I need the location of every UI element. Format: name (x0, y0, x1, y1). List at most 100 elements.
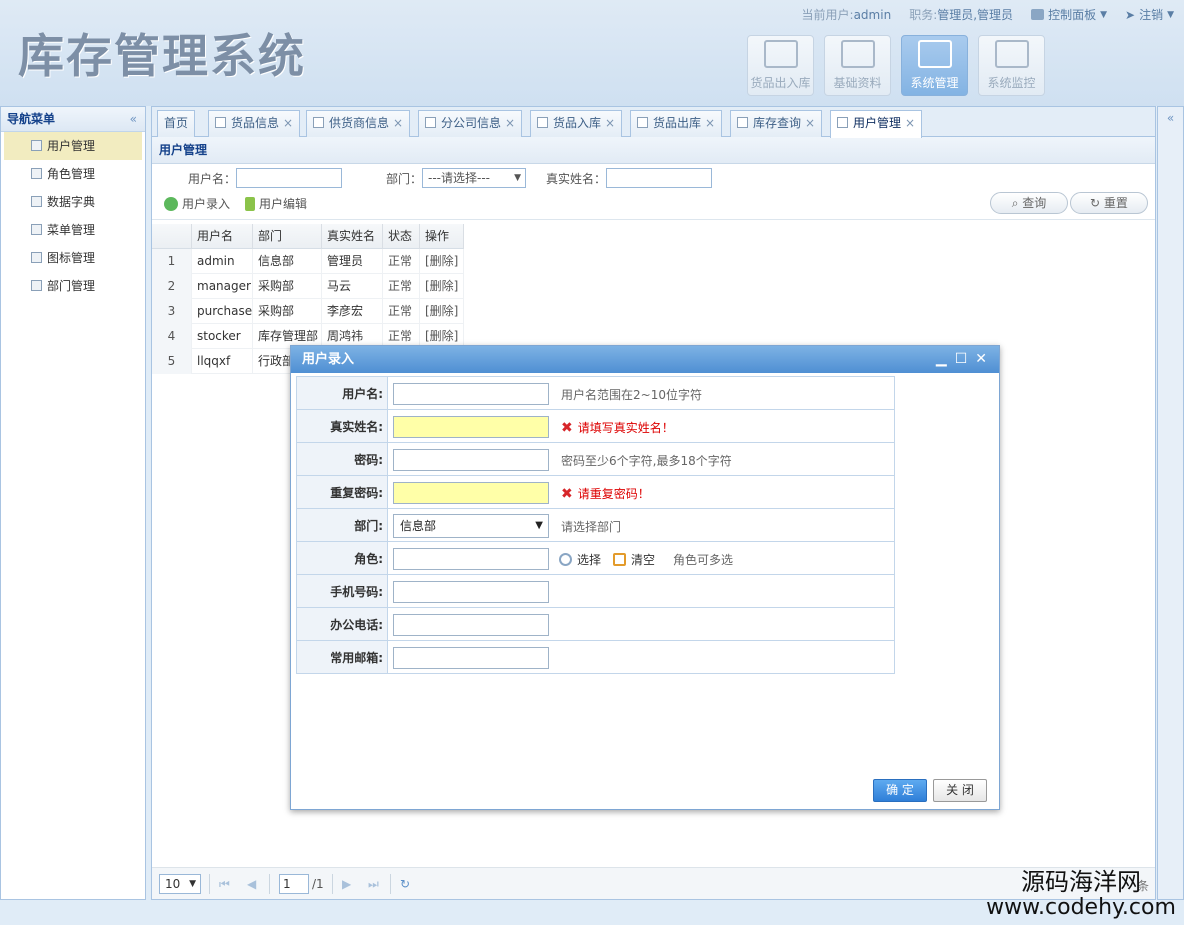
tab-label: 用户管理 (853, 116, 902, 130)
nav-item-user-manage[interactable]: 用户管理 (4, 132, 142, 160)
module-basic-data-button[interactable]: 基础资料 (824, 35, 891, 96)
select-role-button[interactable]: 选择 (559, 551, 601, 568)
page-icon (31, 224, 42, 235)
next-page-icon[interactable]: ▶ (342, 877, 351, 891)
refresh-icon: ↻ (1090, 196, 1104, 210)
search-bar: 用户名： 部门： ---请选择--- ▼ 真实姓名： 用户录入 用户编辑 ⌕ 查询… (152, 164, 1155, 220)
page-size-select[interactable]: 10 ▼ (159, 874, 201, 894)
tab-goods-info[interactable]: 货品信息 × (208, 110, 301, 137)
realname-search-input[interactable] (606, 168, 712, 188)
table-row[interactable]: 1 admin 信息部 管理员 正常 [删除] (152, 249, 464, 274)
password-input[interactable] (393, 449, 549, 471)
first-page-icon[interactable]: ⏮ (219, 877, 230, 892)
realname-input[interactable] (393, 416, 549, 438)
tab-goods-in[interactable]: 货品入库 × (530, 110, 623, 137)
page-size-value: 10 (165, 877, 181, 891)
query-button[interactable]: ⌕ 查询 (990, 192, 1068, 214)
tab-goods-out[interactable]: 货品出库 × (630, 110, 723, 137)
field-cell: 信息部 ▼ 请选择部门 (387, 508, 895, 542)
delete-link[interactable]: [删除] (420, 274, 464, 299)
page-icon (31, 140, 42, 151)
delete-link[interactable]: [删除] (420, 299, 464, 324)
page-icon (425, 117, 436, 128)
maximize-icon[interactable]: ☐ (955, 346, 968, 373)
clear-role-button[interactable]: 清空 (613, 551, 655, 568)
edit-icon (840, 40, 875, 68)
nav-item-dept-manage[interactable]: 部门管理 (1, 272, 145, 300)
plus-icon (164, 196, 178, 211)
table-row[interactable]: 3 purchaser 采购部 李彦宏 正常 [删除] (152, 299, 464, 324)
current-user-info: 当前用户:admin (802, 6, 892, 23)
tab-supplier-info[interactable]: 供货商信息 × (306, 110, 411, 137)
right-collapsed-panel[interactable]: « (1157, 106, 1184, 900)
close-icon[interactable]: × (805, 116, 815, 130)
close-icon[interactable]: ✕ (975, 346, 987, 373)
nav-item-role-manage[interactable]: 角色管理 (1, 160, 145, 188)
control-panel-button[interactable]: 控制面板 ▼ (1031, 6, 1107, 23)
field-cell: ✖ 请填写真实姓名！ (387, 409, 895, 443)
field-label: 部门: (296, 508, 388, 542)
office-phone-input[interactable] (393, 614, 549, 636)
repassword-input[interactable] (393, 482, 549, 504)
dept-select[interactable]: 信息部 ▼ (393, 514, 549, 538)
mobile-input[interactable] (393, 581, 549, 603)
row-number: 2 (152, 274, 192, 299)
add-user-label: 用户录入 (182, 197, 231, 211)
close-icon[interactable]: × (505, 116, 515, 130)
form-row-realname: 真实姓名: ✖ 请填写真实姓名！ (296, 409, 895, 443)
refresh-icon[interactable]: ↻ (400, 877, 410, 891)
close-button[interactable]: 关 闭 (933, 779, 987, 802)
email-input[interactable] (393, 647, 549, 669)
confirm-button[interactable]: 确 定 (873, 779, 927, 802)
dept-search-select[interactable]: ---请选择--- ▼ (422, 168, 526, 188)
close-icon[interactable]: × (705, 116, 715, 130)
cell-username: stocker (192, 324, 253, 349)
row-number: 4 (152, 324, 192, 349)
tab-user-manage[interactable]: 用户管理 × (830, 110, 923, 138)
module-system-manage-button[interactable]: 系统管理 (901, 35, 968, 96)
form-row-mobile: 手机号码: (296, 574, 895, 608)
nav-item-data-dict[interactable]: 数据字典 (1, 188, 145, 216)
add-user-button[interactable]: 用户录入 (164, 195, 230, 212)
expand-right-icon[interactable]: « (1167, 111, 1174, 125)
close-icon[interactable]: × (905, 116, 915, 130)
tab-home[interactable]: 首页 (157, 110, 196, 137)
tab-label: 货品入库 (553, 116, 602, 130)
page-number-input[interactable]: 1 (279, 874, 309, 894)
column-header[interactable]: 操作 (420, 224, 464, 249)
column-header[interactable]: 部门 (253, 224, 322, 249)
logout-button[interactable]: ➤ 注销 ▼ (1125, 6, 1174, 23)
module-stock-io-button[interactable]: 货品出入库 (747, 35, 814, 96)
chevron-down-icon: ▼ (514, 173, 521, 183)
nav-item-menu-manage[interactable]: 菜单管理 (1, 216, 145, 244)
edit-user-button[interactable]: 用户编辑 (245, 195, 307, 212)
username-input[interactable] (393, 383, 549, 405)
tab-stock-query[interactable]: 库存查询 × (730, 110, 823, 137)
role-input[interactable] (393, 548, 549, 570)
module-system-monitor-button[interactable]: 系统监控 (978, 35, 1045, 96)
close-icon[interactable]: × (393, 116, 403, 130)
dept-select-value: 信息部 (400, 519, 437, 533)
prev-page-icon[interactable]: ◀ (247, 877, 256, 891)
delete-link[interactable]: [删除] (420, 249, 464, 274)
last-page-icon[interactable]: ⏭ (368, 877, 379, 892)
monitor-icon (994, 40, 1029, 68)
username-search-input[interactable] (236, 168, 342, 188)
reset-button[interactable]: ↻ 重置 (1070, 192, 1148, 214)
dept-search-label: 部门： (386, 172, 423, 186)
control-panel-label: 控制面板 (1048, 8, 1097, 22)
minimize-icon[interactable]: ▁ (936, 346, 947, 373)
form-row-role: 角色: 选择 清空 角色可多选 (296, 541, 895, 575)
collapse-left-icon[interactable]: « (130, 107, 137, 132)
column-header[interactable]: 用户名 (192, 224, 253, 249)
top-user-bar: 当前用户:admin 职务:管理员,管理员 控制面板 ▼ ➤ 注销 ▼ (802, 6, 1174, 23)
nav-item-icon-manage[interactable]: 图标管理 (1, 244, 145, 272)
close-icon[interactable]: × (283, 116, 293, 130)
column-header[interactable]: 状态 (383, 224, 420, 249)
table-row[interactable]: 2 manager 采购部 马云 正常 [删除] (152, 274, 464, 299)
role-info: 职务:管理员,管理员 (909, 6, 1013, 23)
tab-branch-info[interactable]: 分公司信息 × (418, 110, 523, 137)
tab-bar: 首页 货品信息 × 供货商信息 × 分公司信息 × 货品入库 × 货品出库 × 库存查询 ×… (152, 107, 1155, 138)
close-icon[interactable]: × (605, 116, 615, 130)
column-header[interactable]: 真实姓名 (322, 224, 383, 249)
